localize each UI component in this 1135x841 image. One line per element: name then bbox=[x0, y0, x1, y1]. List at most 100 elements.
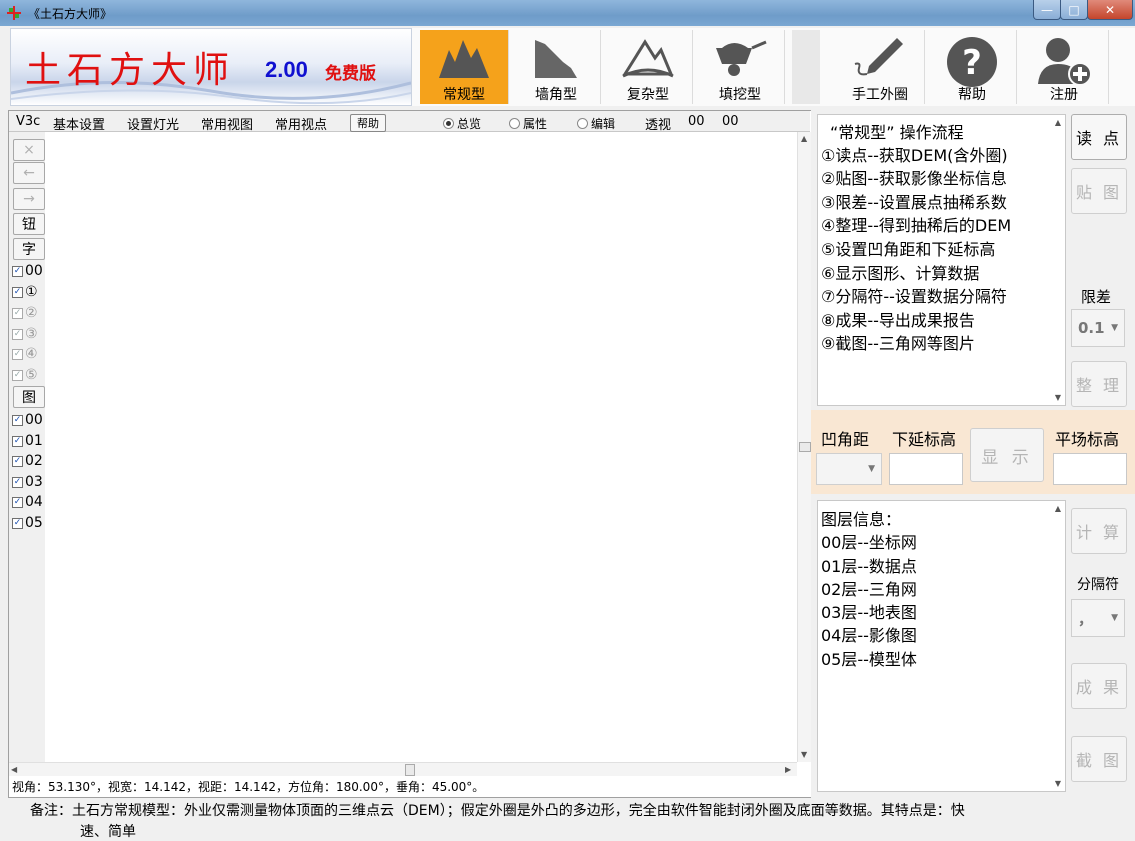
forward-button[interactable]: → bbox=[13, 188, 45, 210]
button-toggle[interactable]: 钮 bbox=[13, 213, 45, 235]
procedure-step: ⑦分隔符--设置数据分隔符 bbox=[821, 287, 1007, 306]
scroll-right-icon[interactable]: ▶ bbox=[785, 765, 791, 774]
export-results-button[interactable]: 成 果 bbox=[1071, 663, 1127, 709]
checkbox: ✓ bbox=[12, 476, 23, 488]
menu-common-views[interactable]: 常用视图 bbox=[201, 114, 253, 133]
scroll-left-icon[interactable]: ◀ bbox=[11, 765, 17, 774]
lower-elevation-input[interactable] bbox=[889, 453, 963, 485]
tool-fill-dig-button[interactable]: 填挖型 bbox=[696, 30, 785, 104]
scroll-up-icon[interactable]: ▲ bbox=[801, 134, 807, 143]
scroll-down-icon[interactable]: ▼ bbox=[1055, 393, 1061, 402]
note-text-continued: 速、简单 bbox=[80, 824, 136, 840]
slope-icon bbox=[535, 40, 577, 78]
concave-distance-label: 凹角距 bbox=[821, 430, 870, 449]
view-help-button[interactable]: 帮助 bbox=[350, 114, 386, 132]
scroll-up-icon[interactable]: ▲ bbox=[1055, 504, 1061, 513]
close-button[interactable]: ✕ bbox=[1087, 0, 1133, 20]
mountain-icon bbox=[439, 40, 489, 78]
tool-label: 墙角型 bbox=[535, 87, 577, 103]
checkbox: ✓ bbox=[12, 369, 23, 381]
tidy-button[interactable]: 整 理 bbox=[1071, 361, 1127, 407]
minimize-button[interactable]: — bbox=[1033, 0, 1061, 20]
chevron-down-icon: ▼ bbox=[868, 464, 875, 474]
view-value-2: 00 bbox=[722, 114, 739, 129]
logo-edition: 免费版 bbox=[325, 64, 376, 84]
layer-check-05[interactable]: ✓ 05 bbox=[12, 515, 43, 531]
manual-outline-button[interactable]: 手工外圈 bbox=[836, 30, 925, 104]
add-user-icon bbox=[1038, 38, 1092, 86]
radio-edit[interactable]: 编辑 bbox=[577, 115, 615, 132]
menu-lighting[interactable]: 设置灯光 bbox=[127, 114, 179, 133]
scroll-down-icon[interactable]: ▼ bbox=[801, 750, 807, 759]
scroll-down-icon[interactable]: ▼ bbox=[1055, 779, 1061, 788]
check-4[interactable]: ✓ ④ bbox=[12, 346, 38, 362]
layer-check-00[interactable]: ✓ 00 bbox=[12, 412, 43, 428]
question-icon: ? bbox=[947, 37, 997, 87]
logo-version: 2.00 bbox=[265, 57, 308, 82]
read-points-button[interactable]: 读 点 bbox=[1071, 114, 1127, 160]
logo-banner: 土石方大师 2.00 免费版 bbox=[10, 28, 412, 106]
layer-item: 04层--影像图 bbox=[821, 626, 917, 645]
procedure-step: ②贴图--获取影像坐标信息 bbox=[821, 169, 1007, 188]
3d-view-canvas[interactable] bbox=[46, 132, 797, 762]
layer-check-04[interactable]: ✓ 04 bbox=[12, 494, 43, 510]
layer-check-03[interactable]: ✓ 03 bbox=[12, 474, 43, 490]
layer-check-01[interactable]: ✓ 01 bbox=[12, 433, 43, 449]
screenshot-button[interactable]: 截 图 bbox=[1071, 736, 1127, 782]
radio-attributes[interactable]: 属性 bbox=[509, 115, 547, 132]
paste-image-button[interactable]: 贴 图 bbox=[1071, 168, 1127, 214]
procedure-step: ⑨截图--三角网等图片 bbox=[821, 334, 975, 353]
concave-distance-select[interactable]: ▼ bbox=[816, 453, 882, 485]
tool-label: 手工外圈 bbox=[852, 87, 908, 103]
flat-elevation-input[interactable] bbox=[1053, 453, 1127, 485]
menu-basic-settings[interactable]: 基本设置 bbox=[53, 114, 105, 133]
flat-elevation-label: 平场标高 bbox=[1055, 430, 1120, 449]
show-button[interactable]: 显 示 bbox=[970, 428, 1044, 482]
check-2[interactable]: ✓ ② bbox=[12, 305, 38, 321]
app-icon bbox=[7, 6, 21, 20]
separator-label: 分隔符 bbox=[1077, 577, 1119, 593]
checkbox: ✓ bbox=[12, 414, 23, 426]
scroll-thumb[interactable] bbox=[799, 442, 811, 452]
tool-normal-button[interactable]: 常规型 bbox=[420, 30, 509, 104]
scroll-up-icon[interactable]: ▲ bbox=[1055, 118, 1061, 127]
radio-overview[interactable]: 总览 bbox=[443, 115, 481, 132]
lower-elevation-label: 下延标高 bbox=[892, 430, 957, 449]
register-button[interactable]: 注册 bbox=[1020, 30, 1109, 104]
layer-item: 03层--地表图 bbox=[821, 603, 917, 622]
tool-complex-button[interactable]: 复杂型 bbox=[604, 30, 693, 104]
procedure-step: ⑥显示图形、计算数据 bbox=[821, 264, 980, 283]
check-1[interactable]: ✓ ① bbox=[12, 284, 38, 300]
chevron-down-icon: ▼ bbox=[1111, 323, 1118, 333]
chevron-down-icon: ▼ bbox=[1111, 613, 1118, 623]
view-vertical-scrollbar[interactable]: ▲ ▼ bbox=[797, 132, 811, 762]
checkbox: ✓ bbox=[12, 517, 23, 529]
tool-corner-button[interactable]: 墙角型 bbox=[512, 30, 601, 104]
checkbox: ✓ bbox=[12, 496, 23, 508]
separator-select[interactable]: ， ▼ bbox=[1071, 599, 1125, 637]
menu-common-viewpoints[interactable]: 常用视点 bbox=[275, 114, 327, 133]
wheelbarrow-icon bbox=[716, 40, 767, 76]
layer-check-02[interactable]: ✓ 02 bbox=[12, 453, 43, 469]
scroll-thumb[interactable] bbox=[405, 764, 415, 776]
procedure-step: ③限差--设置展点抽稀系数 bbox=[821, 193, 1007, 212]
text-toggle[interactable]: 字 bbox=[13, 238, 45, 260]
calculate-button[interactable]: 计 算 bbox=[1071, 508, 1127, 554]
clear-button[interactable]: × bbox=[13, 139, 45, 161]
back-button[interactable]: ← bbox=[13, 162, 45, 184]
check-5[interactable]: ✓ ⑤ bbox=[12, 367, 38, 383]
v3-label: V3c bbox=[16, 114, 41, 129]
radio-dot bbox=[509, 118, 520, 129]
figure-button[interactable]: 图 bbox=[13, 386, 45, 408]
procedure-title: “常规型” 操作流程 bbox=[830, 123, 964, 142]
check-3[interactable]: ✓ ③ bbox=[12, 326, 38, 342]
view-horizontal-scrollbar[interactable]: ◀ ▶ bbox=[9, 762, 797, 776]
checkbox: ✓ bbox=[12, 286, 23, 298]
pen-icon bbox=[854, 38, 903, 76]
help-button[interactable]: ? 帮助 bbox=[928, 30, 1017, 104]
maximize-button[interactable]: □ bbox=[1060, 0, 1088, 20]
toolbar-separator bbox=[792, 30, 820, 104]
check-00[interactable]: ✓ 00 bbox=[12, 263, 43, 279]
checkbox: ✓ bbox=[12, 328, 23, 340]
limit-select[interactable]: 0.1 ▼ bbox=[1071, 309, 1125, 347]
